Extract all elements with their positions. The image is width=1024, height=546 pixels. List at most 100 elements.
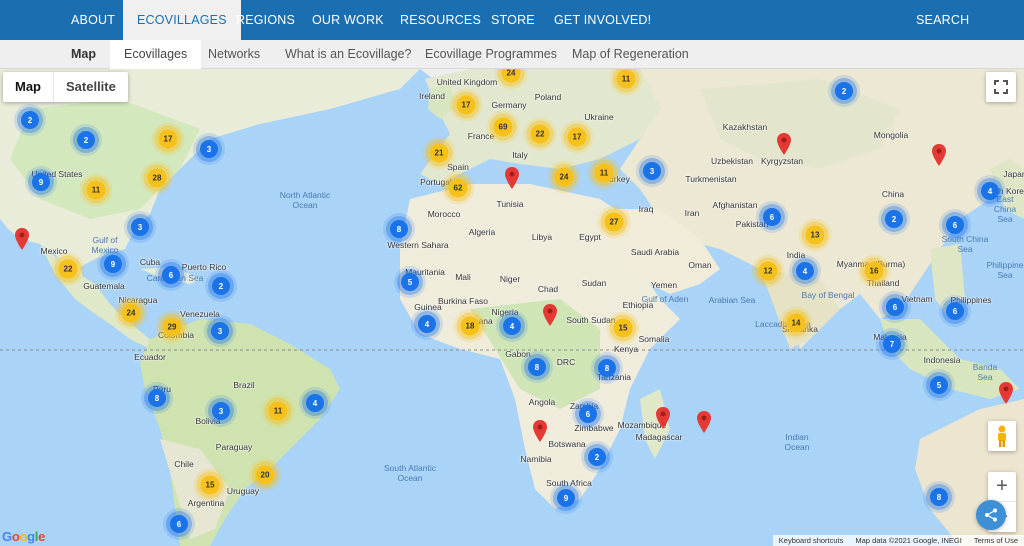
fullscreen-button[interactable] [986, 72, 1016, 102]
place-label: Egypt [579, 232, 601, 242]
cluster-marker[interactable]: 9 [32, 173, 50, 191]
cluster-marker[interactable]: 4 [796, 262, 814, 280]
cluster-marker[interactable]: 4 [503, 317, 521, 335]
cluster-marker[interactable]: 11 [616, 69, 636, 89]
nav-search[interactable]: SEARCH [916, 0, 969, 40]
nav-our-work[interactable]: OUR WORK [312, 0, 384, 40]
subnav-ecovillage-programmes[interactable]: Ecovillage Programmes [425, 40, 557, 69]
place-label: Nicaragua [118, 295, 158, 305]
nav-store[interactable]: STORE [491, 0, 535, 40]
subnav-networks[interactable]: Networks [208, 40, 260, 69]
cluster-marker[interactable]: 27 [604, 212, 624, 232]
nav-resources[interactable]: RESOURCES [400, 0, 481, 40]
location-pin[interactable] [999, 382, 1013, 404]
nav-ecovillages[interactable]: ECOVILLAGES [123, 0, 241, 40]
place-label: Kyrgyzstan [760, 156, 804, 166]
cluster-marker[interactable]: 8 [148, 389, 166, 407]
place-label: South Africa [546, 478, 592, 488]
map-attribution: Keyboard shortcuts Map data ©2021 Google… [772, 535, 1024, 546]
subnav-ecovillages[interactable]: Ecovillages [110, 40, 202, 69]
street-view-pegman-button[interactable] [988, 421, 1016, 451]
cluster-marker[interactable]: 2 [212, 277, 230, 295]
cluster-marker[interactable]: 15 [200, 475, 220, 495]
location-pin[interactable] [533, 420, 547, 442]
keyboard-shortcuts-link[interactable]: Keyboard shortcuts [773, 536, 850, 545]
cluster-marker[interactable]: 14 [786, 313, 806, 333]
cluster-marker[interactable]: 9 [104, 255, 122, 273]
cluster-marker[interactable]: 15 [613, 318, 633, 338]
cluster-marker[interactable]: 8 [930, 488, 948, 506]
cluster-marker[interactable]: 3 [131, 218, 149, 236]
location-pin[interactable] [656, 407, 670, 429]
cluster-marker[interactable]: 6 [579, 405, 597, 423]
location-pin[interactable] [543, 304, 557, 326]
location-pin[interactable] [15, 228, 29, 250]
map-data-credit: Map data ©2021 Google, INEGI [855, 536, 962, 545]
cluster-marker[interactable]: 4 [418, 315, 436, 333]
place-label: Paraguay [215, 442, 253, 452]
cluster-marker[interactable]: 11 [268, 401, 288, 421]
cluster-marker[interactable]: 6 [886, 298, 904, 316]
cluster-marker[interactable]: 13 [805, 225, 825, 245]
cluster-marker[interactable]: 16 [864, 261, 884, 281]
subnav-what-is-an-ecovillage[interactable]: What is an Ecovillage? [285, 40, 411, 69]
cluster-marker[interactable]: 3 [211, 322, 229, 340]
cluster-marker[interactable]: 18 [460, 316, 480, 336]
cluster-marker[interactable]: 24 [554, 167, 574, 187]
cluster-marker[interactable]: 6 [763, 208, 781, 226]
cluster-marker[interactable]: 6 [162, 266, 180, 284]
cluster-marker[interactable]: 69 [493, 117, 513, 137]
cluster-marker[interactable]: 4 [981, 182, 999, 200]
zoom-in-button[interactable]: + [988, 472, 1016, 502]
cluster-marker[interactable]: 2 [835, 82, 853, 100]
map-type-satellite-button[interactable]: Satellite [53, 72, 128, 102]
subnav-map[interactable]: Map [71, 40, 96, 69]
cluster-marker[interactable]: 11 [86, 180, 106, 200]
cluster-marker[interactable]: 8 [598, 359, 616, 377]
cluster-marker[interactable]: 3 [212, 402, 230, 420]
world-map[interactable]: Ireland United Kingdom Germany Poland Uk… [0, 69, 1024, 546]
cluster-marker[interactable]: 7 [883, 335, 901, 353]
share-button[interactable] [976, 500, 1006, 530]
cluster-marker[interactable]: 2 [588, 448, 606, 466]
nav-get-involved[interactable]: GET INVOLVED! [554, 0, 651, 40]
location-pin[interactable] [697, 411, 711, 433]
cluster-marker[interactable]: 17 [567, 127, 587, 147]
place-label: Brazil [233, 380, 255, 390]
cluster-marker[interactable]: 22 [58, 259, 78, 279]
nav-about[interactable]: ABOUT [71, 0, 115, 40]
cluster-marker[interactable]: 2 [21, 111, 39, 129]
cluster-marker[interactable]: 17 [456, 95, 476, 115]
cluster-marker[interactable]: 2 [77, 131, 95, 149]
nav-regions[interactable]: REGIONS [236, 0, 295, 40]
cluster-marker[interactable]: 20 [255, 465, 275, 485]
location-pin[interactable] [777, 133, 791, 155]
cluster-marker[interactable]: 28 [147, 168, 167, 188]
cluster-marker[interactable]: 5 [930, 376, 948, 394]
map-type-map-button[interactable]: Map [3, 72, 53, 102]
location-pin[interactable] [932, 144, 946, 166]
cluster-marker[interactable]: 8 [528, 358, 546, 376]
subnav-map-of-regeneration[interactable]: Map of Regeneration [572, 40, 689, 69]
cluster-marker[interactable]: 6 [170, 515, 188, 533]
cluster-marker[interactable]: 5 [401, 273, 419, 291]
cluster-marker[interactable]: 6 [946, 302, 964, 320]
cluster-marker[interactable]: 22 [530, 124, 550, 144]
cluster-marker[interactable]: 62 [448, 178, 468, 198]
terms-of-use-link[interactable]: Terms of Use [968, 536, 1024, 545]
place-label: Turkmenistan [685, 174, 737, 184]
cluster-marker[interactable]: 21 [429, 143, 449, 163]
cluster-marker[interactable]: 11 [594, 163, 614, 183]
cluster-marker[interactable]: 29 [162, 317, 182, 337]
location-pin[interactable] [505, 167, 519, 189]
cluster-marker[interactable]: 2 [885, 210, 903, 228]
cluster-marker[interactable]: 3 [200, 140, 218, 158]
cluster-marker[interactable]: 8 [390, 220, 408, 238]
cluster-marker[interactable]: 6 [946, 216, 964, 234]
cluster-marker[interactable]: 17 [158, 129, 178, 149]
cluster-marker[interactable]: 12 [758, 261, 778, 281]
cluster-marker[interactable]: 4 [306, 394, 324, 412]
cluster-marker[interactable]: 3 [643, 162, 661, 180]
cluster-marker[interactable]: 9 [557, 489, 575, 507]
cluster-marker[interactable]: 24 [121, 303, 141, 323]
